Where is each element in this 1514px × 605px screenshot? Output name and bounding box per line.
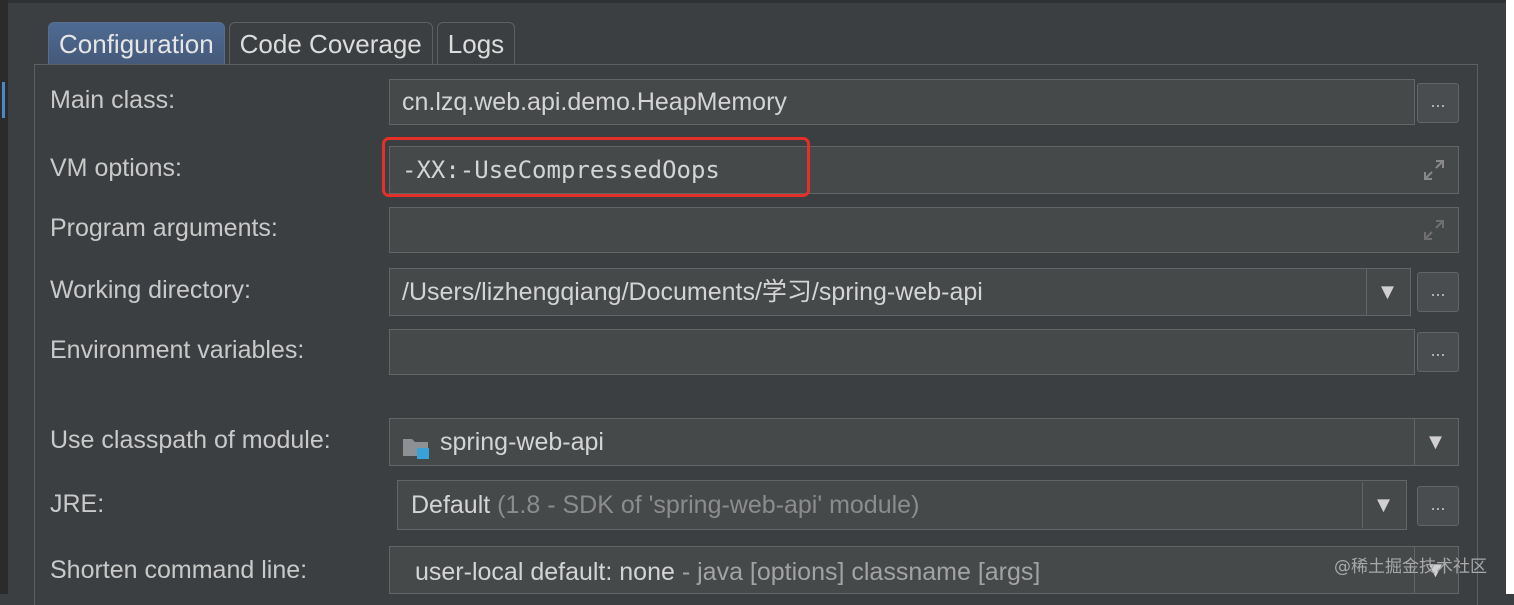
jre-dropdown-button[interactable]: ▼ bbox=[1362, 482, 1404, 528]
chevron-down-icon: ▼ bbox=[1372, 492, 1395, 517]
program-arguments-expand-icon[interactable] bbox=[1423, 219, 1445, 241]
classpath-module-dropdown-button[interactable]: ▼ bbox=[1414, 419, 1456, 465]
program-arguments-label: Program arguments: bbox=[50, 214, 278, 242]
working-directory-browse-button[interactable]: ... bbox=[1417, 272, 1459, 312]
working-directory-dropdown-button[interactable]: ▼ bbox=[1366, 269, 1408, 315]
working-directory-combobox[interactable]: /Users/lizhengqiang/Documents/学习/spring-… bbox=[389, 268, 1411, 316]
vm-options-label: VM options: bbox=[50, 154, 183, 182]
main-class-browse-button[interactable]: ... bbox=[1417, 83, 1459, 123]
module-folder-icon bbox=[402, 429, 430, 460]
classpath-module-value: spring-web-api bbox=[440, 428, 604, 456]
classpath-module-label: Use classpath of module: bbox=[50, 426, 331, 454]
program-arguments-input[interactable] bbox=[389, 207, 1459, 253]
jre-label: JRE: bbox=[50, 490, 105, 518]
classpath-module-combobox[interactable]: spring-web-api bbox=[389, 418, 1459, 466]
main-class-label: Main class: bbox=[50, 86, 176, 114]
right-margin bbox=[1506, 0, 1514, 594]
jre-combobox[interactable]: Default (1.8 - SDK of 'spring-web-api' m… bbox=[397, 480, 1407, 530]
left-gutter bbox=[0, 0, 8, 594]
shorten-command-line-combobox[interactable]: user-local default: none - java [options… bbox=[389, 546, 1459, 594]
environment-variables-input[interactable] bbox=[389, 329, 1415, 375]
tab-code-coverage[interactable]: Code Coverage bbox=[228, 22, 433, 65]
working-directory-label: Working directory: bbox=[50, 276, 251, 304]
shorten-command-line-label: Shorten command line: bbox=[50, 556, 308, 584]
watermark: @稀土掘金技术社区 bbox=[1334, 557, 1487, 577]
chevron-down-icon: ▼ bbox=[1424, 429, 1447, 454]
environment-variables-browse-button[interactable]: ... bbox=[1417, 332, 1459, 372]
jre-detail: (1.8 - SDK of 'spring-web-api' module) bbox=[497, 491, 920, 519]
window-top-edge bbox=[0, 0, 1506, 3]
main-class-input[interactable]: cn.lzq.web.api.demo.HeapMemory bbox=[389, 79, 1415, 125]
jre-value: Default bbox=[411, 491, 491, 519]
working-directory-value: /Users/lizhengqiang/Documents/学习/spring-… bbox=[402, 278, 983, 306]
vm-options-expand-icon[interactable] bbox=[1423, 159, 1445, 181]
gutter-marker bbox=[2, 82, 5, 118]
environment-variables-label: Environment variables: bbox=[50, 336, 305, 364]
chevron-down-icon: ▼ bbox=[1376, 279, 1399, 304]
shorten-command-line-detail: - java [options] classname [args] bbox=[681, 558, 1041, 586]
vm-options-highlight-box bbox=[382, 137, 810, 197]
tab-logs[interactable]: Logs bbox=[436, 22, 516, 65]
shorten-command-line-value: user-local default: none bbox=[415, 558, 675, 586]
tab-bar: Configuration Code Coverage Logs bbox=[48, 22, 519, 66]
jre-browse-button[interactable]: ... bbox=[1417, 486, 1459, 526]
tab-configuration[interactable]: Configuration bbox=[48, 22, 225, 65]
